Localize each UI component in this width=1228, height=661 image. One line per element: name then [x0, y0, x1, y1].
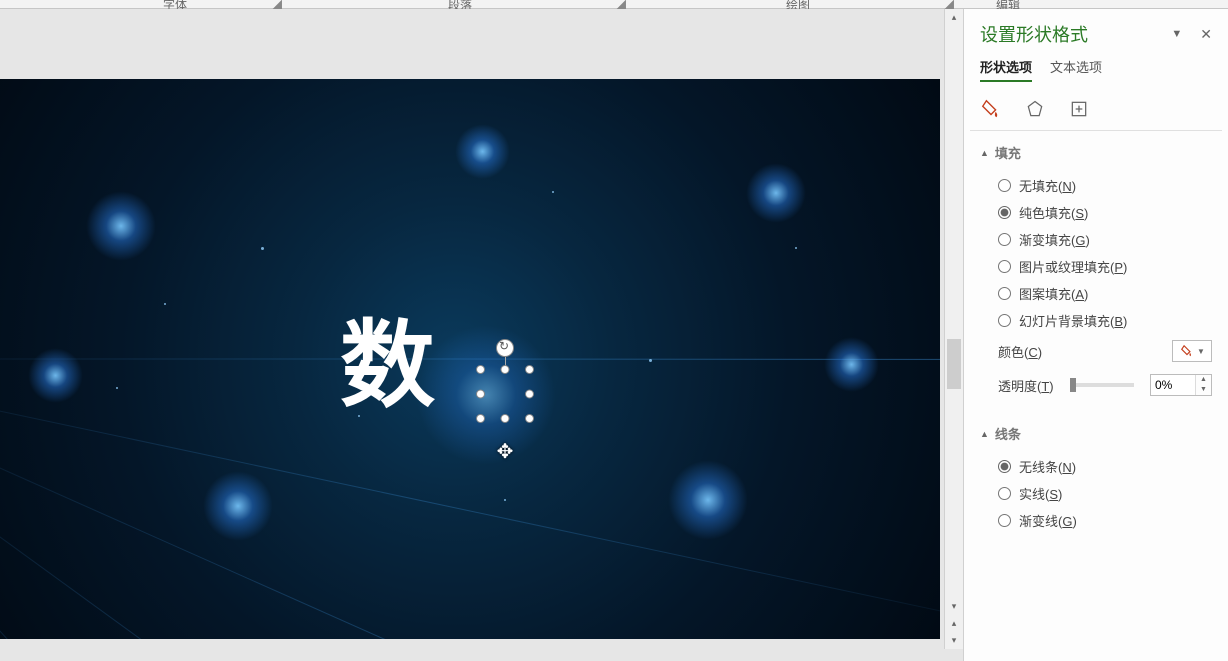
tab-text-options[interactable]: 文本选项 [1050, 57, 1102, 82]
pane-options-menu-icon[interactable]: ▼ [1171, 28, 1182, 40]
fill-picture-radio[interactable]: 图片或纹理填充(P) [998, 253, 1212, 280]
background-starfield [0, 79, 940, 639]
fill-section: ▲ 填充 无填充(N) 纯色填充(S) 渐变填充(G) 图片或纹理填充(P) 图… [964, 131, 1228, 412]
line-gradient-radio[interactable]: 渐变线(G) [998, 507, 1212, 534]
line-section-header[interactable]: ▲ 线条 [980, 420, 1212, 447]
pane-title: 设置形状格式 [980, 21, 1088, 47]
tab-shape-options[interactable]: 形状选项 [980, 57, 1032, 82]
resize-handle-tl[interactable] [476, 365, 485, 374]
line-section-title: 线条 [995, 424, 1021, 443]
caret-down-icon: ▲ [980, 148, 989, 158]
fill-slide-bg-radio[interactable]: 幻灯片背景填充(B) [998, 307, 1212, 334]
scroll-down-button[interactable]: ▾ [945, 598, 963, 615]
resize-handle-t[interactable] [501, 365, 510, 374]
resize-handle-b[interactable] [501, 414, 510, 423]
spin-up-icon[interactable]: ▲ [1196, 375, 1211, 385]
resize-handle-l[interactable] [476, 390, 485, 399]
transparency-value[interactable] [1151, 375, 1195, 395]
ribbon-bottom-edge: 字体 ◢ 段落 ◢ 绘图 ◢ 编辑 [0, 0, 1228, 9]
caret-down-icon: ▲ [980, 429, 989, 439]
spin-down-icon[interactable]: ▼ [1196, 385, 1211, 395]
transparency-slider[interactable] [1070, 383, 1134, 387]
prev-slide-button[interactable]: ▴ [945, 615, 963, 632]
format-shape-pane: 设置形状格式 ▼ ✕ 形状选项 文本选项 ▲ 填充 无填充(N) [963, 9, 1228, 661]
transparency-label: 透明度(T) [998, 376, 1054, 395]
scroll-thumb[interactable] [947, 339, 961, 389]
scroll-up-button[interactable]: ▴ [945, 9, 963, 26]
next-slide-button[interactable]: ▾ [945, 632, 963, 649]
selected-shape[interactable]: ✥ [480, 369, 530, 419]
chevron-down-icon: ▼ [1197, 347, 1205, 356]
fill-gradient-radio[interactable]: 渐变填充(G) [998, 226, 1212, 253]
fill-color-label: 颜色(C) [998, 342, 1042, 361]
slide-text-content[interactable]: 数 [340, 289, 435, 426]
fill-none-radio[interactable]: 无填充(N) [998, 172, 1212, 199]
slide-scrollbar[interactable]: ▴ ▾ ▴ ▾ [944, 9, 963, 649]
fill-line-category-icon[interactable] [980, 98, 1002, 120]
line-none-radio[interactable]: 无线条(N) [998, 453, 1212, 480]
fill-pattern-radio[interactable]: 图案填充(A) [998, 280, 1212, 307]
fill-color-picker[interactable]: ▼ [1172, 340, 1212, 362]
move-cursor-icon: ✥ [497, 439, 514, 464]
resize-handle-r[interactable] [525, 390, 534, 399]
pane-close-icon[interactable]: ✕ [1200, 26, 1212, 43]
line-solid-radio[interactable]: 实线(S) [998, 480, 1212, 507]
category-tabs [964, 90, 1228, 130]
resize-handle-bl[interactable] [476, 414, 485, 423]
fill-section-title: 填充 [995, 143, 1021, 162]
line-section: ▲ 线条 无线条(N) 实线(S) 渐变线(G) [964, 412, 1228, 544]
pane-tabs: 形状选项 文本选项 [964, 57, 1228, 90]
resize-handle-tr[interactable] [525, 365, 534, 374]
transparency-input[interactable]: ▲ ▼ [1150, 374, 1212, 396]
rotation-handle[interactable] [496, 339, 514, 357]
slider-thumb[interactable] [1070, 378, 1076, 392]
fill-solid-radio[interactable]: 纯色填充(S) [998, 199, 1212, 226]
fill-section-header[interactable]: ▲ 填充 [980, 139, 1212, 166]
slide-canvas[interactable]: 数 ✥ [0, 79, 940, 639]
resize-handle-br[interactable] [525, 414, 534, 423]
effects-category-icon[interactable] [1024, 98, 1046, 120]
slide-editor-area[interactable]: 数 ✥ [0, 9, 960, 649]
size-properties-category-icon[interactable] [1068, 98, 1090, 120]
